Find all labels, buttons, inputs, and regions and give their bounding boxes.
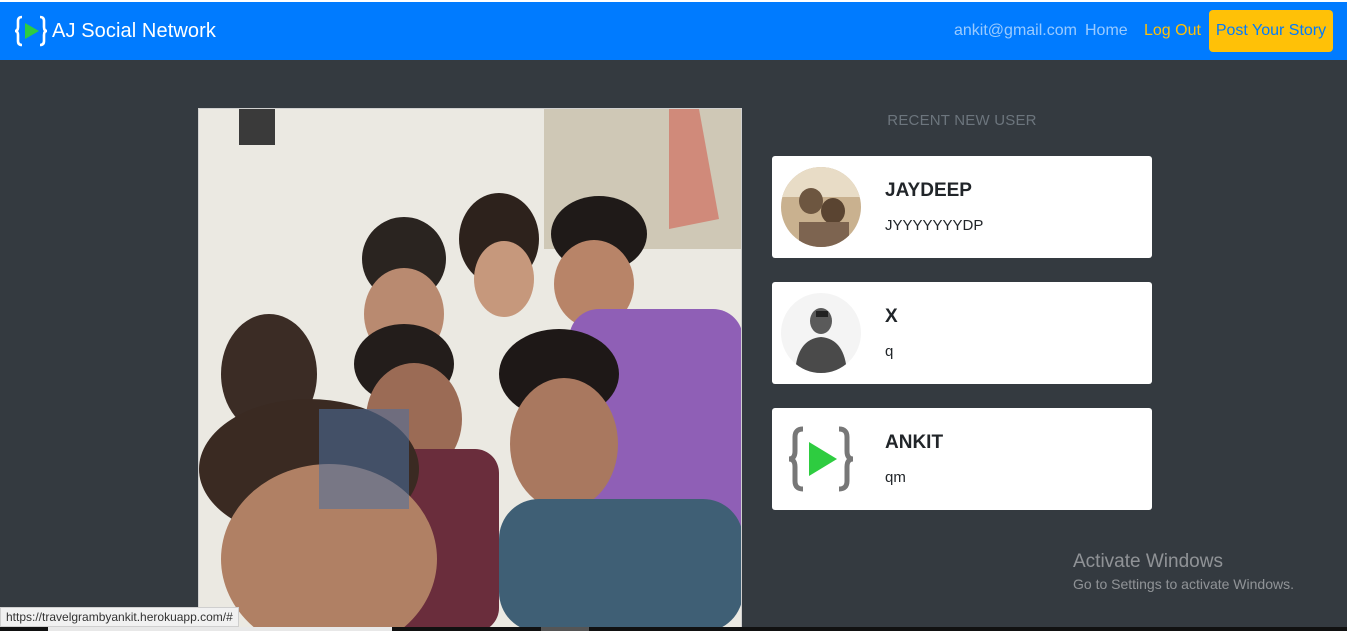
navbar: AJ Social Network ankit@gmail.com Home L… bbox=[0, 2, 1347, 60]
taskbar bbox=[0, 627, 1347, 631]
brand-link[interactable]: AJ Social Network bbox=[14, 14, 216, 48]
brand-logo-icon bbox=[781, 419, 861, 499]
user-email-link[interactable]: ankit@gmail.com bbox=[954, 22, 1077, 40]
user-description: q bbox=[885, 343, 894, 360]
user-name: JAYDEEP bbox=[885, 180, 972, 201]
user-avatar bbox=[781, 293, 861, 373]
taskbar-item[interactable] bbox=[541, 627, 589, 631]
logout-link[interactable]: Log Out bbox=[1144, 22, 1201, 40]
brand-name: AJ Social Network bbox=[52, 19, 216, 42]
user-card[interactable]: ANKIT qm bbox=[772, 408, 1152, 510]
user-card[interactable]: X q bbox=[772, 282, 1152, 384]
user-description: qm bbox=[885, 469, 906, 486]
taskbar-item[interactable] bbox=[48, 627, 392, 631]
brand-logo-icon bbox=[14, 15, 48, 47]
home-link[interactable]: Home bbox=[1085, 22, 1128, 40]
group-selfie-photo bbox=[198, 108, 742, 631]
activate-windows-title: Activate Windows bbox=[1073, 551, 1223, 572]
recent-users-title: RECENT NEW USER bbox=[887, 112, 1037, 129]
user-description: JYYYYYYYDP bbox=[885, 217, 984, 234]
user-name: ANKIT bbox=[885, 432, 944, 453]
user-avatar bbox=[781, 167, 861, 247]
status-bar-url: https://travelgrambyankit.herokuapp.com/… bbox=[0, 607, 239, 627]
post-story-button[interactable]: Post Your Story bbox=[1209, 10, 1333, 52]
activate-windows-subtitle: Go to Settings to activate Windows. bbox=[1073, 576, 1294, 592]
user-name: X bbox=[885, 306, 898, 327]
user-card[interactable]: JAYDEEP JYYYYYYYDP bbox=[772, 156, 1152, 258]
